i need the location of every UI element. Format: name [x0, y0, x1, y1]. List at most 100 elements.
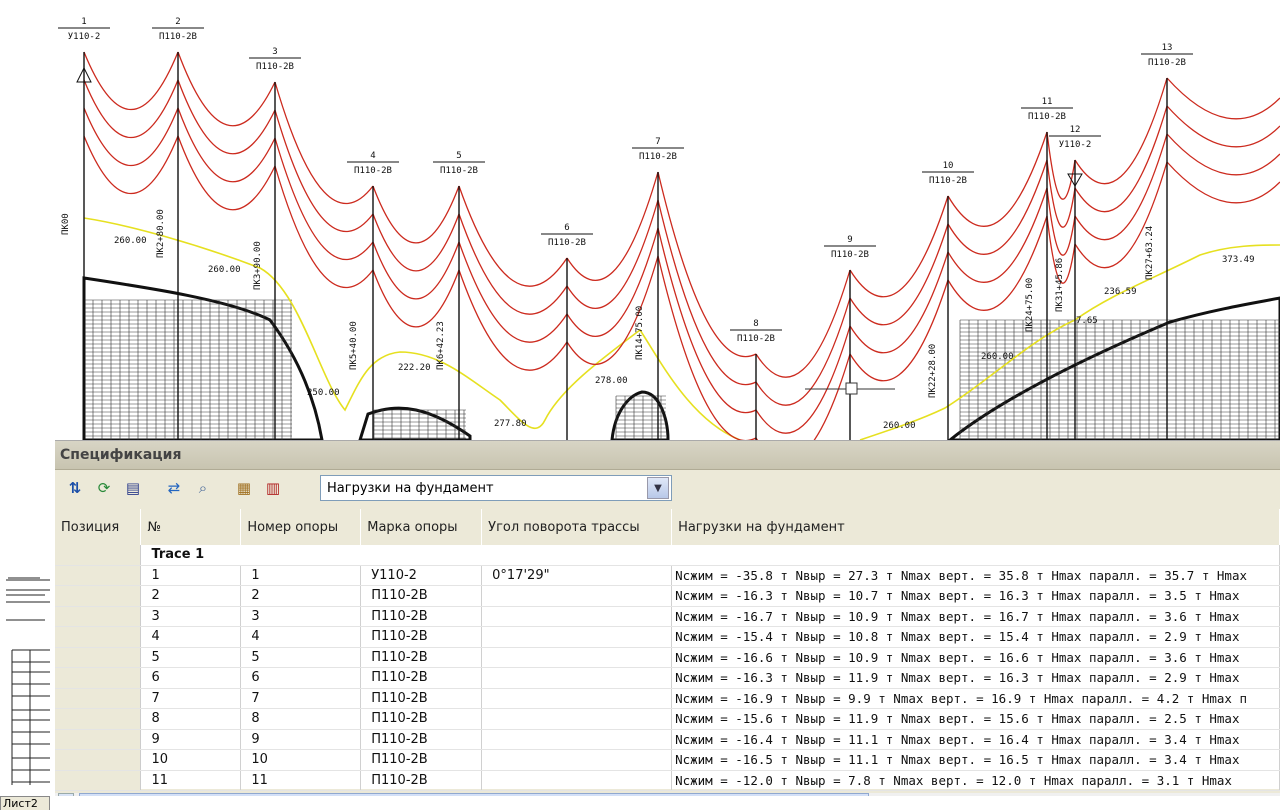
tower-number: 6: [240, 667, 362, 689]
picket-label: ПК00: [61, 213, 71, 235]
turn-angle: [481, 708, 673, 730]
tower-mark: П110-2В: [360, 606, 483, 627]
position-cell: [55, 647, 142, 668]
table-row[interactable]: 11 11 П110-2В Nсжим = -12.0 т Nвыр = 7.8 т …: [55, 770, 1280, 791]
row-number: 6: [140, 667, 242, 689]
tower-mark: П110-2В: [360, 626, 483, 648]
tower-mark-label: П110-2В: [831, 250, 869, 260]
export-icon[interactable]: ▥: [261, 476, 285, 500]
tower-number-label: 11: [1042, 97, 1053, 107]
table-row[interactable]: 1 1 У110-2 0°17'29" Nсжим = -35.8 т Nвыр = 2…: [55, 565, 1280, 586]
profile-drawing[interactable]: 1 У110-2 2 П110-2В 3 П110-2В 4 П110-2В 5 П110-2В 6…: [0, 0, 1280, 440]
col-header[interactable]: Позиция: [55, 509, 142, 545]
tower-number: 1: [240, 565, 362, 586]
tower-mark-label: П110-2В: [1148, 58, 1186, 68]
picket-label: ПК3+90.00: [253, 241, 263, 290]
conductor-span: [274, 81, 374, 205]
conductor-span: [1166, 77, 1280, 120]
row-number: 10: [140, 749, 242, 771]
col-header[interactable]: Угол поворота трассы: [481, 509, 673, 545]
foundation-load: Nсжим = -15.6 т Nвыр = 11.9 т Nmax верт.…: [671, 708, 1280, 730]
elevation-label: 277.80: [494, 419, 527, 429]
col-header[interactable]: №: [140, 509, 242, 545]
tower-number-label: 12: [1070, 125, 1081, 135]
scroll-left-icon[interactable]: ◀: [58, 793, 74, 796]
conductor-span: [83, 107, 179, 166]
turn-angle: [481, 647, 673, 668]
zoom-to-icon[interactable]: ⌕: [191, 476, 215, 500]
conductor-span: [947, 187, 1048, 283]
elevation-label: 260.00: [883, 421, 916, 431]
col-header[interactable]: Марка опоры: [360, 509, 483, 545]
row-number: 3: [140, 606, 242, 627]
elevation-label: 278.00: [595, 376, 628, 386]
group-row[interactable]: Trace 1: [55, 545, 1280, 566]
table-row[interactable]: 5 5 П110-2В Nсжим = -16.6 т Nвыр = 10.9 т N…: [55, 647, 1280, 668]
conductor-span: [1166, 105, 1280, 148]
tower-mark-label: П110-2В: [440, 166, 478, 176]
conductor-span: [177, 135, 276, 211]
conductor-span: [458, 185, 568, 287]
foundation-load: Nсжим = -16.4 т Nвыр = 11.1 т Nmax верт.…: [671, 729, 1280, 750]
table-row[interactable]: 6 6 П110-2В Nсжим = -16.3 т Nвыр = 11.9 т N…: [55, 667, 1280, 689]
tower-number: 11: [240, 770, 362, 791]
sort-icon[interactable]: ⇅: [63, 476, 87, 500]
table-row[interactable]: 10 10 П110-2В Nсжим = -16.5 т Nвыр = 11.1 т…: [55, 749, 1280, 771]
conductor-span: [1166, 161, 1280, 204]
sync-icon[interactable]: ⇄: [162, 476, 186, 500]
table-row[interactable]: 9 9 П110-2В Nсжим = -16.4 т Nвыр = 11.1 т N…: [55, 729, 1280, 750]
conductor-span: [566, 171, 659, 281]
conductor-span: [1074, 77, 1168, 185]
spec-type-select[interactable]: Нагрузки на фундамент ▼: [320, 475, 672, 501]
elevation-label: 7.65: [1076, 316, 1098, 326]
position-cell: [55, 688, 142, 709]
turn-angle: [481, 749, 673, 771]
conductor-span: [458, 213, 568, 315]
properties-icon[interactable]: ▦: [232, 476, 256, 500]
sheet-tab[interactable]: Лист2: [0, 796, 50, 810]
table-row[interactable]: 7 7 П110-2В Nсжим = -16.9 т Nвыр = 9.9 т Nm…: [55, 688, 1280, 709]
col-header[interactable]: Нагрузки на фундамент: [671, 509, 1280, 545]
tower-mark-label: П110-2В: [737, 334, 775, 344]
foundation-load: Nсжим = -16.9 т Nвыр = 9.9 т Nmax верт. …: [671, 688, 1280, 709]
table-row[interactable]: 3 3 П110-2В Nсжим = -16.7 т Nвыр = 10.9 т N…: [55, 606, 1280, 627]
table-row[interactable]: 2 2 П110-2В Nсжим = -16.3 т Nвыр = 10.7 т N…: [55, 585, 1280, 607]
position-cell: [55, 667, 142, 689]
conductor-span: [83, 135, 179, 194]
tower-number: 9: [240, 729, 362, 750]
refresh-table-icon[interactable]: ⟳: [92, 476, 116, 500]
picket-label: ПК2+80.00: [156, 209, 166, 258]
scrollbar-thumb[interactable]: [79, 793, 869, 796]
row-number: 5: [140, 647, 242, 668]
horizontal-scrollbar[interactable]: ◀: [55, 793, 1280, 796]
tower-number: 10: [240, 749, 362, 771]
tower-mark: У110-2: [360, 565, 483, 586]
foundation-load: Nсжим = -12.0 т Nвыр = 7.8 т Nmax верт. …: [671, 770, 1280, 791]
tower-number: 7: [240, 688, 362, 709]
chevron-down-icon[interactable]: ▼: [647, 477, 669, 499]
tower-number-label: 5: [456, 151, 461, 161]
col-header[interactable]: Номер опоры: [240, 509, 362, 545]
picket-label: ПК31+45.86: [1055, 258, 1065, 312]
table-row[interactable]: 4 4 П110-2В Nсжим = -15.4 т Nвыр = 10.8 т N…: [55, 626, 1280, 648]
position-cell: [55, 708, 142, 730]
tower-mark-label: У110-2: [1059, 140, 1092, 150]
conductor-span: [458, 241, 568, 343]
foundation-load: Nсжим = -16.5 т Nвыр = 11.1 т Nmax верт.…: [671, 749, 1280, 771]
tower-mark-label: П110-2В: [159, 32, 197, 42]
position-cell: [55, 749, 142, 771]
tower-number-label: 6: [564, 223, 569, 233]
table-row[interactable]: 8 8 П110-2В Nсжим = -15.6 т Nвыр = 11.9 т N…: [55, 708, 1280, 730]
group-label: Trace 1: [140, 545, 241, 566]
tower-mark: П110-2В: [360, 667, 483, 689]
panel-toolbar: ⇅ ⟳ ▤ ⇄ ⌕ ▦ ▥ Нагрузки на фундамент ▼: [55, 470, 1280, 506]
position-cell: [55, 585, 142, 607]
row-number: 8: [140, 708, 242, 730]
turn-angle: [481, 667, 673, 689]
elevation-label: 250.00: [307, 388, 340, 398]
conductor-span: [566, 199, 659, 309]
save-icon[interactable]: ▤: [121, 476, 145, 500]
tower-mark: П110-2В: [360, 749, 483, 771]
tower-number-label: 9: [847, 235, 852, 245]
position-cell: [55, 626, 142, 648]
